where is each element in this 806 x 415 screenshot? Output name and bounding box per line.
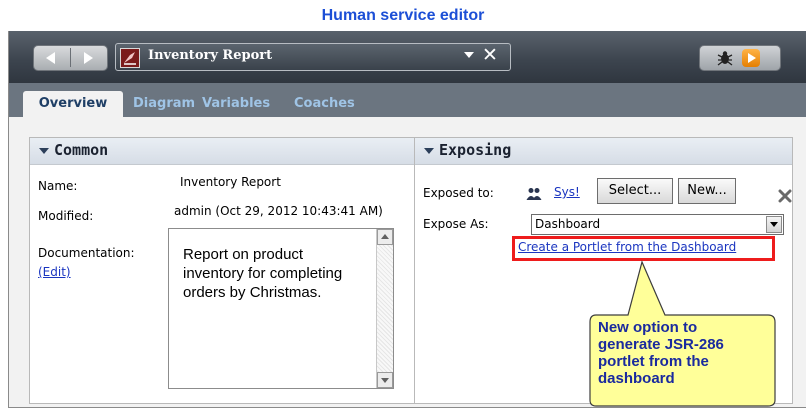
history-nav (33, 45, 108, 71)
chevron-down-icon[interactable] (464, 52, 474, 58)
participant-link[interactable]: Sys! (554, 185, 580, 199)
common-panel: Common Name: Inventory Report Modified: … (29, 137, 415, 404)
new-button[interactable]: New... (678, 178, 736, 204)
collapse-caret-icon (39, 148, 49, 154)
tab-diagram[interactable]: Diagram (133, 91, 195, 117)
tab-overview[interactable]: Overview (23, 91, 123, 117)
common-title: Common (54, 141, 109, 159)
dropdown-arrow-icon (766, 216, 782, 233)
slide-caption: Human service editor (321, 7, 485, 24)
forward-arrow-icon (84, 52, 93, 64)
exposing-panel-header[interactable]: Exposing (415, 138, 792, 165)
expose-as-value: Dashboard (535, 217, 601, 231)
run-controls (699, 45, 781, 71)
select-button[interactable]: Select... (597, 178, 673, 204)
process-title: Inventory Report (148, 48, 273, 63)
expose-as-select[interactable]: Dashboard (531, 214, 784, 235)
scroll-down-icon (381, 378, 389, 383)
documentation-box[interactable]: Report on product inventory for completi… (168, 228, 394, 389)
close-icon[interactable]: ✕ (482, 44, 498, 66)
tab-strip: Overview Diagram Variables Coaches (9, 83, 806, 117)
users-icon (526, 186, 542, 200)
documentation-label: Documentation: (38, 246, 135, 260)
process-selector[interactable]: Inventory Report ✕ (115, 43, 511, 71)
editor-toolbar: Inventory Report ✕ (9, 31, 806, 83)
exposed-to-label: Exposed to: (423, 186, 494, 200)
human-service-icon (120, 48, 140, 68)
scroll-up-icon (381, 234, 389, 239)
tab-variables[interactable]: Variables (202, 91, 270, 117)
debug-icon[interactable] (716, 49, 734, 67)
scroll-down-button[interactable] (377, 372, 393, 388)
remove-icon[interactable] (778, 188, 792, 203)
common-panel-header[interactable]: Common (30, 138, 414, 165)
edit-documentation-link[interactable]: (Edit) (38, 265, 71, 279)
create-portlet-link[interactable]: Create a Portlet from the Dashboard (518, 240, 736, 254)
callout-text: New option to generate JSR-286 portlet f… (598, 319, 724, 387)
documentation-text: Report on product inventory for completi… (183, 246, 343, 301)
back-button[interactable] (34, 46, 70, 70)
back-arrow-icon (46, 52, 55, 64)
tab-coaches[interactable]: Coaches (294, 91, 355, 117)
expose-as-label: Expose As: (423, 217, 489, 231)
forward-button[interactable] (71, 46, 107, 70)
scroll-up-button[interactable] (377, 229, 393, 245)
modified-value: admin (Oct 29, 2012 10:43:41 AM) (174, 204, 383, 218)
exposing-title: Exposing (439, 141, 512, 159)
collapse-caret-icon (424, 148, 434, 154)
name-label: Name: (38, 179, 78, 193)
documentation-scrollbar[interactable] (376, 229, 393, 388)
modified-label: Modified: (38, 209, 94, 223)
name-value: Inventory Report (180, 175, 281, 189)
run-icon[interactable] (742, 49, 760, 67)
